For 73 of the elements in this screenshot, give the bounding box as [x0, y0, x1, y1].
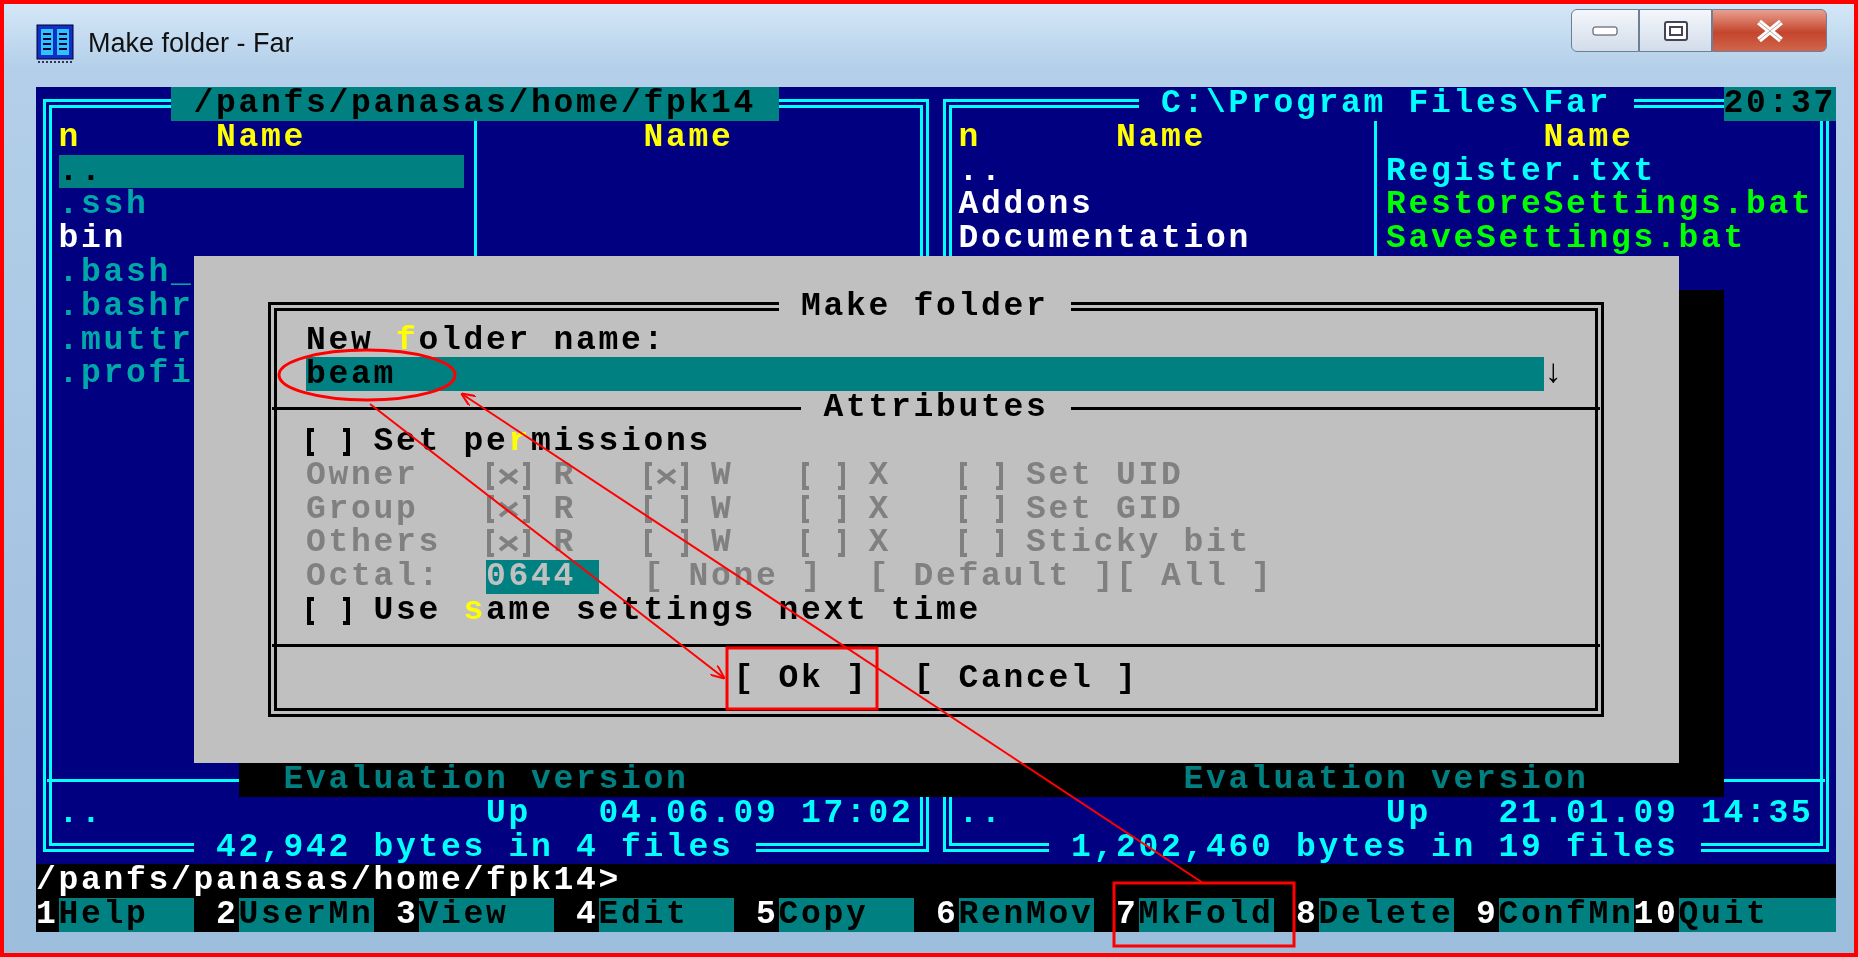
column-header: Name [1116, 120, 1206, 155]
checkbox-label: R [553, 458, 576, 493]
checkbox-label: X [868, 492, 891, 527]
window-title: Make folder - Far [88, 27, 294, 61]
minimize-icon [1592, 25, 1618, 36]
file-date: 04.06.09 [598, 796, 779, 831]
file-item[interactable]: .bashr [58, 289, 194, 324]
row-label: Group [306, 492, 419, 527]
checkbox-label: Set GID [1026, 492, 1184, 527]
minimize-button[interactable] [1571, 9, 1639, 52]
file-date: 21.01.09 [1498, 796, 1679, 831]
checkbox-label: Sticky bit [1026, 526, 1252, 561]
app-icon [36, 23, 74, 64]
file-type: Up [486, 796, 531, 831]
clock: 20:37 [1723, 87, 1837, 121]
file-item[interactable]: .muttr [58, 323, 194, 358]
checkbox-label: W [711, 526, 734, 561]
checkbox-label: X [868, 458, 891, 493]
checkbox-label: R [553, 526, 576, 561]
checkbox-label: W [711, 492, 734, 527]
file-item[interactable]: .ssh [58, 188, 149, 223]
checkbox-label: R [553, 492, 576, 527]
close-button[interactable] [1712, 9, 1827, 52]
checkbox-label: W [711, 458, 734, 493]
field-label: New folder name: [306, 323, 667, 358]
checkbox[interactable] [306, 426, 351, 457]
dialog-button[interactable]: [ Cancel ] [913, 661, 1139, 696]
checkbox[interactable] [306, 595, 351, 626]
keybar-button[interactable]: Help [58, 898, 194, 932]
file-item[interactable]: RestoreSettings.bat [1386, 188, 1814, 223]
panel-totals: 42,942 bytes in 4 files [193, 830, 757, 865]
history-button[interactable]: ↓ [1543, 357, 1566, 392]
keybar-button[interactable]: Quit [1678, 898, 1836, 932]
column-header: Name [1543, 120, 1634, 155]
command-prompt: /panfs/panasas/home/fpk14> [36, 864, 622, 899]
file-item[interactable]: Register.txt [1386, 154, 1657, 189]
maximize-icon [1662, 19, 1689, 42]
maximize-button[interactable] [1639, 9, 1712, 52]
close-icon [1754, 18, 1785, 43]
panel-path: /panfs/panasas/home/fpk14 [171, 87, 779, 121]
file-time: 14:35 [1701, 796, 1814, 831]
keybar-button[interactable]: RenMov [958, 898, 1094, 932]
keybar-button[interactable]: Copy [778, 898, 914, 932]
column-header: Name [216, 120, 306, 155]
file-item[interactable]: Documentation [958, 222, 1252, 256]
file-time: 17:02 [801, 796, 914, 831]
file-name: .. [958, 796, 1004, 831]
column-header: Name [643, 120, 734, 155]
row-label: Others [306, 526, 442, 561]
sort-indicator: n [58, 120, 81, 155]
dialog-button[interactable]: [ Ok ] [733, 661, 869, 696]
text-field[interactable]: beam [306, 357, 1544, 392]
checkbox-label: Set UID [1026, 458, 1184, 493]
file-item[interactable]: bin [58, 222, 126, 256]
keybar-button[interactable]: MkFold [1138, 898, 1274, 932]
file-type: Up [1386, 796, 1431, 831]
file-item[interactable]: SaveSettings.bat [1386, 222, 1747, 256]
file-item[interactable]: .. [958, 154, 1004, 189]
file-item[interactable]: Addons [958, 188, 1094, 223]
keybar-button[interactable]: ConfMn [1498, 898, 1634, 932]
keybar-button[interactable]: View [418, 898, 554, 932]
keybar-button[interactable]: UserMn [238, 898, 374, 932]
file-name: .. [58, 796, 104, 831]
row-label: Owner [306, 458, 419, 493]
keybar-button[interactable]: Edit [598, 898, 734, 932]
file-item[interactable]: .bash_ [58, 256, 194, 290]
keybar-button[interactable]: Delete [1318, 898, 1454, 932]
row-label: Octal: [306, 560, 442, 594]
file-item[interactable]: .profi [58, 357, 194, 392]
sort-indicator: n [958, 120, 981, 155]
checkbox-label: X [868, 526, 891, 561]
panel-path: C:\Program Files\Far [1138, 87, 1634, 121]
file-item[interactable]: .. [58, 154, 464, 189]
